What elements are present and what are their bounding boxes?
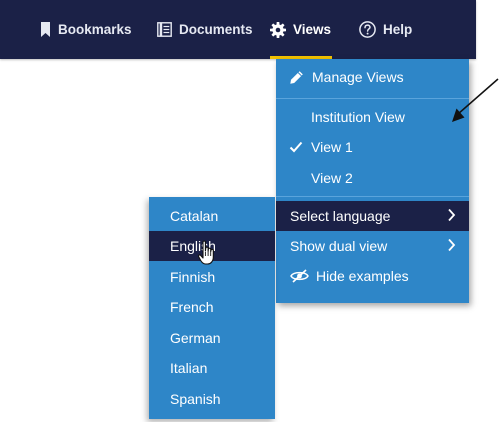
hide-examples-label: Hide examples bbox=[316, 268, 409, 284]
gear-icon bbox=[270, 21, 286, 38]
view-item-label: View 2 bbox=[311, 170, 353, 186]
select-language-item[interactable]: Select language bbox=[276, 201, 469, 231]
language-item-spanish[interactable]: Spanish bbox=[149, 384, 275, 414]
language-item-finnish[interactable]: Finnish bbox=[149, 262, 275, 292]
chevron-right-icon bbox=[448, 238, 456, 252]
nav-documents-label: Documents bbox=[179, 22, 253, 37]
pencil-icon bbox=[290, 70, 303, 84]
language-item-label: Italian bbox=[170, 360, 208, 376]
language-item-label: Catalan bbox=[170, 208, 219, 224]
show-dual-view-item[interactable]: Show dual view bbox=[276, 231, 469, 261]
select-language-label: Select language bbox=[290, 208, 391, 224]
language-item-german[interactable]: German bbox=[149, 323, 275, 353]
view-item-label: View 1 bbox=[311, 139, 353, 155]
nav-views[interactable]: Views bbox=[270, 0, 332, 59]
show-dual-view-label: Show dual view bbox=[290, 238, 388, 254]
language-item-italian[interactable]: Italian bbox=[149, 353, 275, 383]
view-item-label: Institution View bbox=[311, 109, 405, 125]
top-navbar: Bookmarks Documents Views Help bbox=[0, 0, 476, 59]
hand-cursor-icon bbox=[198, 240, 214, 265]
view-item-view-2[interactable]: View 2 bbox=[276, 163, 469, 193]
help-icon bbox=[359, 21, 376, 38]
manage-views-label: Manage Views bbox=[312, 69, 404, 85]
menu-divider bbox=[276, 196, 469, 197]
checkmark-icon bbox=[289, 141, 303, 153]
view-item-view-1[interactable]: View 1 bbox=[276, 132, 469, 162]
nav-bookmarks[interactable]: Bookmarks bbox=[40, 0, 132, 59]
eye-slash-icon bbox=[290, 269, 309, 283]
documents-icon bbox=[157, 22, 172, 37]
nav-views-label: Views bbox=[293, 22, 332, 37]
language-item-label: Finnish bbox=[170, 269, 216, 285]
language-submenu: Catalan English Finnish French German It… bbox=[149, 197, 275, 419]
bookmark-icon bbox=[41, 22, 50, 37]
nav-documents[interactable]: Documents bbox=[157, 0, 253, 59]
language-item-label: Spanish bbox=[170, 391, 221, 407]
nav-help-label: Help bbox=[383, 22, 413, 37]
language-item-french[interactable]: French bbox=[149, 292, 275, 322]
annotation-arrow-icon bbox=[452, 78, 499, 122]
language-item-catalan[interactable]: Catalan bbox=[149, 201, 275, 231]
nav-bookmarks-label: Bookmarks bbox=[58, 22, 132, 37]
chevron-right-icon bbox=[448, 208, 456, 222]
language-item-label: French bbox=[170, 299, 214, 315]
language-item-label: German bbox=[170, 330, 221, 346]
hide-examples-item[interactable]: Hide examples bbox=[276, 261, 469, 291]
nav-help[interactable]: Help bbox=[359, 0, 412, 59]
